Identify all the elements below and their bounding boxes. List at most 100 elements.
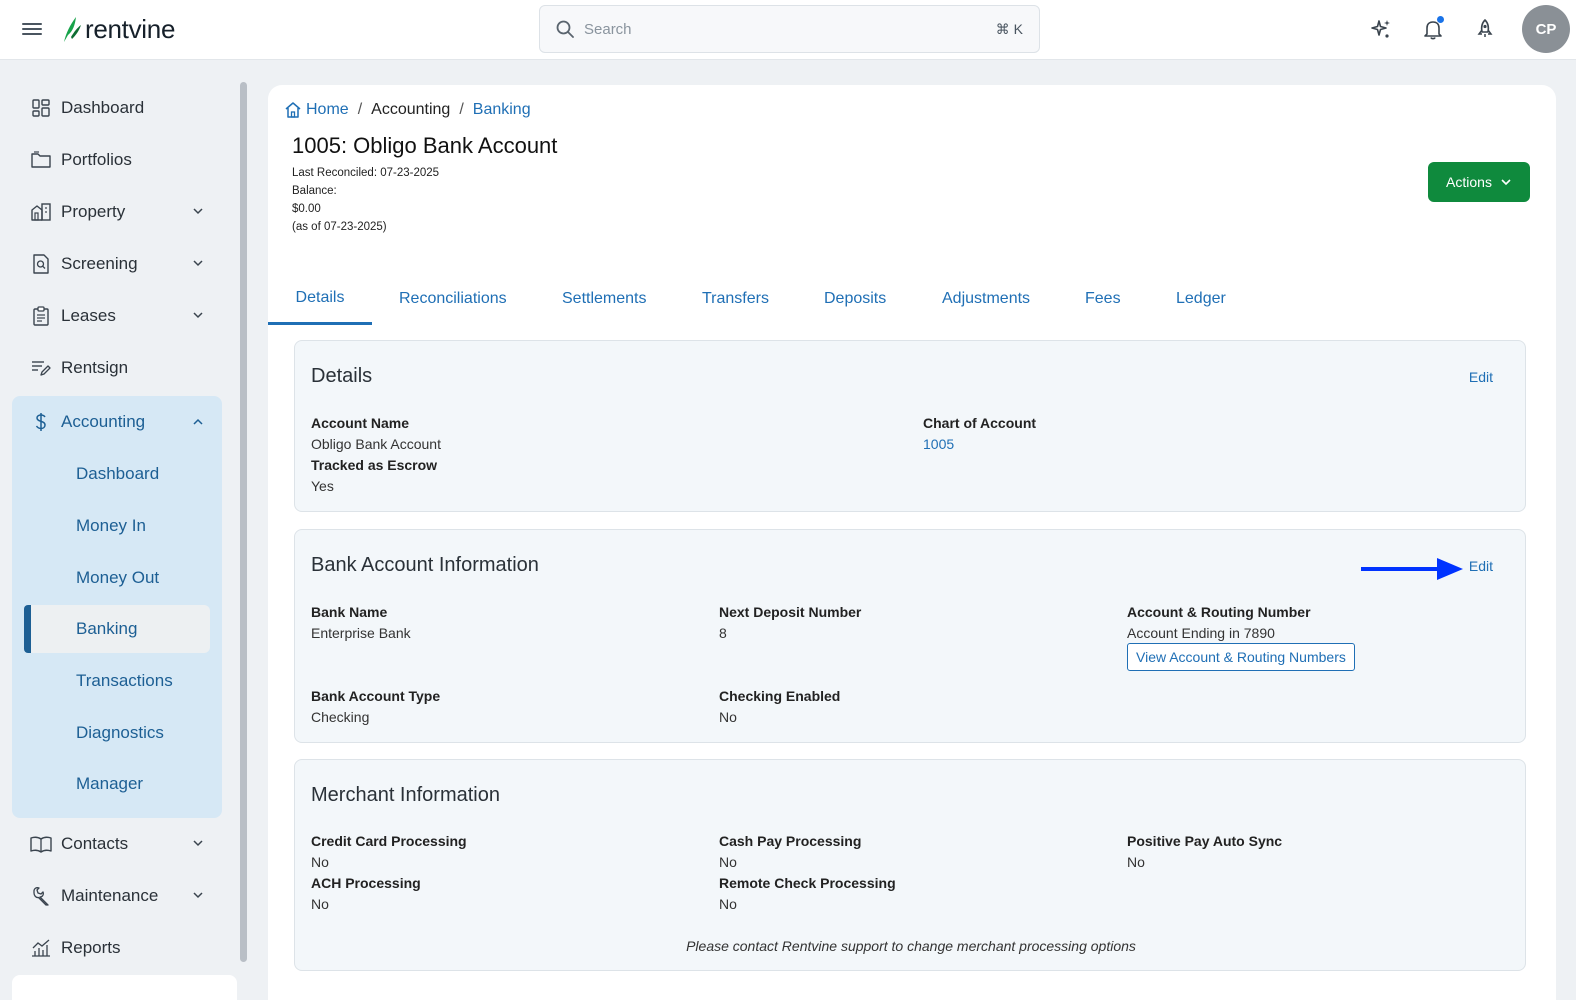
sidebar-item-screening[interactable]: Screening bbox=[12, 238, 222, 290]
details-panel: Details Edit Account Name Obligo Bank Ac… bbox=[294, 340, 1526, 512]
sidebar-item-label: Rentsign bbox=[61, 358, 129, 377]
actions-button-label: Actions bbox=[1446, 174, 1492, 190]
tab-transfers[interactable]: Transfers bbox=[702, 273, 769, 325]
bank-name-label: Bank Name bbox=[311, 604, 388, 620]
balance-label: Balance: bbox=[292, 185, 337, 197]
screening-icon bbox=[30, 253, 52, 275]
user-avatar[interactable]: CP bbox=[1522, 5, 1570, 53]
sidebar-item-label: Portfolios bbox=[61, 150, 132, 169]
sidebar-item-leases[interactable]: Leases bbox=[12, 290, 222, 342]
merchant-note: Please contact Rentvine support to chang… bbox=[686, 938, 1136, 954]
brand-logo[interactable]: rentvine bbox=[62, 13, 175, 45]
arrow-right-icon bbox=[1361, 558, 1463, 580]
routing-value: Account Ending in 7890 bbox=[1127, 625, 1275, 641]
tab-fees[interactable]: Fees bbox=[1085, 273, 1121, 325]
chevron-down-icon bbox=[193, 312, 203, 319]
chart-of-account-link[interactable]: 1005 bbox=[923, 436, 954, 452]
book-icon bbox=[30, 833, 52, 855]
notification-dot bbox=[1437, 16, 1444, 23]
sidebar-subitem-transactions[interactable]: Transactions bbox=[24, 657, 210, 705]
account-type-value: Checking bbox=[311, 709, 370, 725]
wrench-icon bbox=[30, 885, 52, 907]
actions-button[interactable]: Actions bbox=[1428, 162, 1530, 202]
sidebar-item-label: Maintenance bbox=[61, 886, 159, 905]
checking-enabled-label: Checking Enabled bbox=[719, 688, 841, 704]
ach-value: No bbox=[311, 896, 329, 912]
main-content: Home / Accounting / Banking 1005: Obligo… bbox=[268, 85, 1556, 1000]
sidebar: Dashboard Portfolios Property Screening … bbox=[0, 60, 252, 1000]
sidebar-subitem-manager[interactable]: Manager bbox=[24, 760, 210, 808]
chart-of-account-label: Chart of Account bbox=[923, 415, 1037, 431]
sidebar-scrollbar[interactable] bbox=[240, 82, 247, 962]
breadcrumb-home[interactable]: Home bbox=[306, 101, 349, 119]
chevron-down-icon bbox=[1501, 179, 1511, 186]
sidebar-item-label: Leases bbox=[61, 306, 116, 325]
routing-label: Account & Routing Number bbox=[1127, 604, 1311, 620]
rentvine-leaf-icon bbox=[64, 17, 81, 42]
sparkle-icon[interactable] bbox=[1368, 16, 1394, 42]
sidebar-item-property[interactable]: Property bbox=[12, 186, 222, 238]
rocket-icon[interactable] bbox=[1472, 16, 1498, 42]
sidebar-item-accounting[interactable]: Accounting bbox=[12, 396, 222, 448]
sidebar-subitem-money-out[interactable]: Money Out bbox=[24, 554, 210, 602]
tab-settlements[interactable]: Settlements bbox=[562, 273, 646, 325]
sidebar-subitem-money-in[interactable]: Money In bbox=[24, 502, 210, 550]
account-type-label: Bank Account Type bbox=[311, 688, 441, 704]
search-input[interactable] bbox=[584, 20, 996, 38]
remote-check-value: No bbox=[719, 896, 737, 912]
sidebar-item-label: Contacts bbox=[61, 834, 129, 853]
bank-info-edit-button[interactable]: Edit bbox=[1469, 558, 1493, 574]
credit-card-value: No bbox=[311, 854, 329, 870]
tab-bar: Details Reconciliations Settlements Tran… bbox=[268, 273, 1556, 325]
cash-pay-value: No bbox=[719, 854, 737, 870]
tab-deposits[interactable]: Deposits bbox=[824, 273, 886, 325]
tab-reconciliations[interactable]: Reconciliations bbox=[399, 273, 507, 325]
view-routing-button[interactable]: View Account & Routing Numbers bbox=[1127, 643, 1355, 671]
sidebar-item-label: Screening bbox=[61, 254, 138, 273]
merchant-panel: Merchant Information Credit Card Process… bbox=[294, 759, 1526, 971]
remote-check-label: Remote Check Processing bbox=[719, 875, 896, 891]
dashboard-icon bbox=[30, 97, 52, 119]
brand-name: rentvine bbox=[85, 13, 176, 44]
balance-value: $0.00 bbox=[292, 203, 321, 215]
menu-icon[interactable] bbox=[22, 20, 42, 40]
tab-adjustments[interactable]: Adjustments bbox=[942, 273, 1030, 325]
breadcrumb-separator: / bbox=[459, 101, 464, 118]
next-deposit-value: 8 bbox=[719, 625, 727, 641]
breadcrumb-banking[interactable]: Banking bbox=[473, 101, 531, 119]
tab-details[interactable]: Details bbox=[268, 273, 372, 325]
folder-icon bbox=[30, 149, 52, 171]
sidebar-subitem-dashboard[interactable]: Dashboard bbox=[24, 450, 210, 498]
bell-icon[interactable] bbox=[1420, 16, 1446, 42]
sidebar-item-dashboard[interactable]: Dashboard bbox=[12, 82, 222, 134]
account-name-value: Obligo Bank Account bbox=[311, 436, 441, 452]
sidebar-item-maintenance[interactable]: Maintenance bbox=[12, 870, 222, 922]
sidebar-item-contacts[interactable]: Contacts bbox=[12, 818, 222, 870]
escrow-value: Yes bbox=[311, 478, 334, 494]
sidebar-subitem-diagnostics[interactable]: Diagnostics bbox=[24, 709, 210, 757]
sidebar-item-label: Property bbox=[61, 202, 126, 221]
home-icon[interactable] bbox=[284, 101, 302, 119]
search-shortcut: ⌘ K bbox=[995, 20, 1023, 37]
sidebar-footer-card bbox=[12, 975, 237, 1000]
page-title: 1005: Obligo Bank Account bbox=[292, 133, 558, 158]
account-name-label: Account Name bbox=[311, 415, 410, 431]
sidebar-subitem-banking[interactable]: Banking bbox=[24, 605, 210, 653]
sidebar-item-label: Dashboard bbox=[61, 98, 145, 117]
breadcrumb: Home / Accounting / Banking bbox=[284, 101, 531, 119]
dollar-icon bbox=[30, 411, 52, 433]
details-edit-button[interactable]: Edit bbox=[1469, 369, 1493, 385]
merchant-title: Merchant Information bbox=[311, 784, 500, 806]
clipboard-icon bbox=[30, 305, 52, 327]
checking-enabled-value: No bbox=[719, 709, 737, 725]
search-box[interactable]: ⌘ K bbox=[539, 5, 1040, 53]
top-bar: rentvine ⌘ K CP bbox=[0, 0, 1576, 60]
sidebar-item-reports[interactable]: Reports bbox=[12, 922, 222, 974]
positive-pay-label: Positive Pay Auto Sync bbox=[1127, 833, 1283, 849]
tab-ledger[interactable]: Ledger bbox=[1176, 273, 1226, 325]
sidebar-item-portfolios[interactable]: Portfolios bbox=[12, 134, 222, 186]
sidebar-item-rentsign[interactable]: Rentsign bbox=[12, 342, 222, 394]
search-icon bbox=[556, 20, 574, 38]
last-reconciled: Last Reconciled: 07-23-2025 bbox=[292, 167, 440, 179]
escrow-label: Tracked as Escrow bbox=[311, 457, 438, 473]
